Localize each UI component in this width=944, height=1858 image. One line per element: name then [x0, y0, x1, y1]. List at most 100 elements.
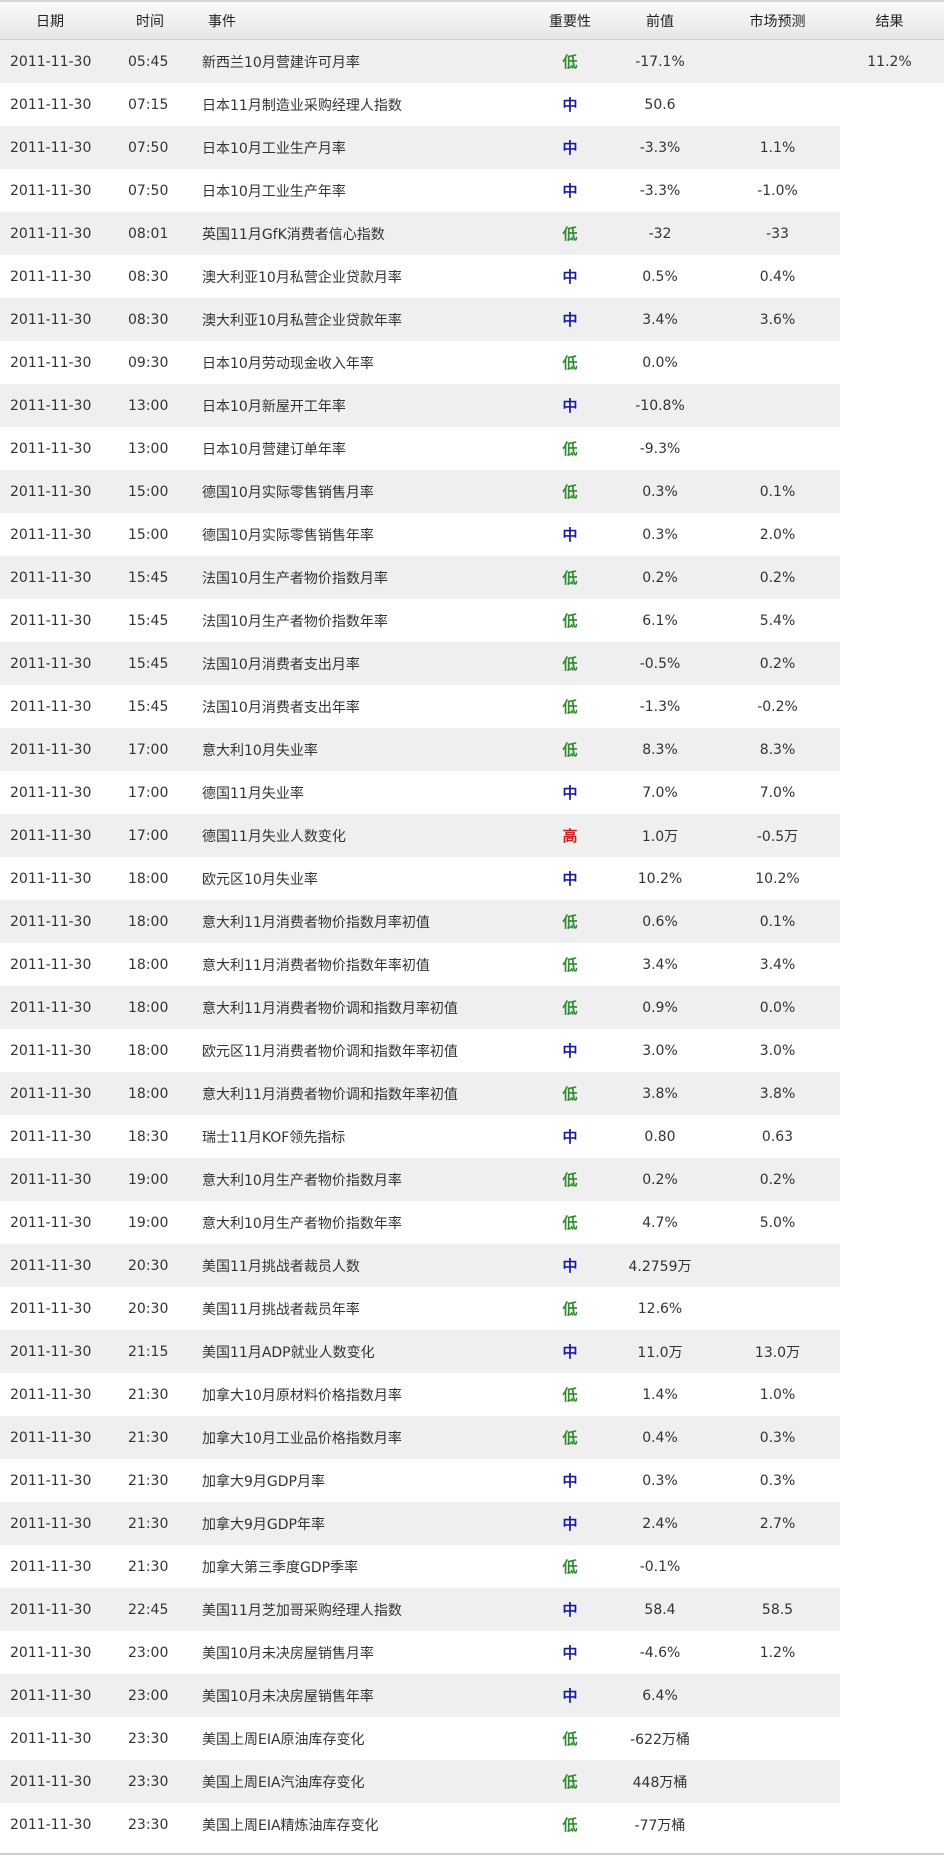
- cell-previous: -0.5%: [639, 655, 681, 672]
- cell-result: [842, 1459, 937, 1502]
- cell-importance: 中: [562, 870, 578, 888]
- cell-event: 日本10月新屋开工年率: [202, 398, 346, 415]
- cell-result: [842, 900, 937, 943]
- table-row: 2011-11-30 08:30 澳大利亚10月私营企业贷款月率 中 0.5% 0.4%: [0, 255, 944, 298]
- header-importance: 重要性: [549, 13, 591, 30]
- cell-previous: 4.2759万: [628, 1258, 692, 1275]
- cell-event: 美国11月芝加哥采购经理人指数: [202, 1602, 402, 1619]
- table-row: 2011-11-30 09:30 日本10月劳动现金收入年率 低 0.0%: [0, 341, 944, 384]
- cell-time: 23:00: [128, 1687, 169, 1704]
- cell-time: 15:00: [128, 526, 169, 543]
- cell-importance: 中: [562, 784, 578, 802]
- cell-result: 11.2%: [867, 53, 912, 70]
- cell-forecast: [720, 1545, 835, 1588]
- cell-result: [842, 814, 937, 857]
- cell-result: [842, 126, 937, 169]
- cell-event: 美国10月未决房屋销售年率: [202, 1688, 374, 1705]
- cell-forecast: 1.0%: [759, 1386, 796, 1403]
- header-date: 日期: [36, 13, 64, 30]
- table-row: 2011-11-30 21:30 加拿大10月工业品价格指数月率 低 0.4% 0.3%: [0, 1416, 944, 1459]
- cell-event: 加拿大第三季度GDP季率: [202, 1559, 359, 1576]
- cell-date: 2011-11-30: [10, 225, 92, 242]
- cell-event: 意大利10月生产者物价指数年率: [202, 1215, 402, 1232]
- cell-date: 2011-11-30: [10, 655, 92, 672]
- cell-date: 2011-11-30: [10, 1085, 92, 1102]
- cell-forecast: [720, 83, 835, 126]
- cell-previous: 6.4%: [642, 1687, 678, 1704]
- table-row: 2011-11-30 23:30 美国上周EIA汽油库存变化 低 448万桶: [0, 1760, 944, 1803]
- cell-forecast: 3.8%: [759, 1085, 796, 1102]
- cell-date: 2011-11-30: [10, 1773, 92, 1790]
- cell-date: 2011-11-30: [10, 96, 92, 113]
- table-row: 2011-11-30 15:00 德国10月实际零售销售年率 中 0.3% 2.0%: [0, 513, 944, 556]
- cell-date: 2011-11-30: [10, 1472, 92, 1489]
- table-row: 2011-11-30 08:30 澳大利亚10月私营企业贷款年率 中 3.4% 3.6%: [0, 298, 944, 341]
- cell-date: 2011-11-30: [10, 1171, 92, 1188]
- cell-event: 加拿大9月GDP年率: [202, 1516, 325, 1533]
- table-row: 2011-11-30 21:30 加拿大9月GDP月率 中 0.3% 0.3%: [0, 1459, 944, 1502]
- cell-previous: 0.5%: [642, 268, 678, 285]
- cell-time: 08:01: [128, 225, 169, 242]
- header-forecast: 市场预测: [749, 13, 806, 30]
- cell-date: 2011-11-30: [10, 53, 92, 70]
- cell-event: 瑞士11月KOF领先指标: [202, 1129, 346, 1146]
- table-row: 2011-11-30 15:45 法国10月生产者物价指数月率 低 0.2% 0.2%: [0, 556, 944, 599]
- cell-time: 17:00: [128, 827, 169, 844]
- cell-importance: 中: [562, 268, 578, 286]
- cell-event: 法国10月生产者物价指数月率: [202, 570, 388, 587]
- cell-importance: 中: [562, 96, 578, 114]
- cell-time: 15:45: [128, 569, 169, 586]
- cell-date: 2011-11-30: [10, 741, 92, 758]
- cell-result: [842, 556, 937, 599]
- cell-importance: 中: [562, 1687, 578, 1705]
- cell-date: 2011-11-30: [10, 1687, 92, 1704]
- cell-previous: 10.2%: [637, 870, 683, 887]
- cell-date: 2011-11-30: [10, 870, 92, 887]
- economic-calendar-table: 日期 时间 事件 重要性 前值 市场预测 结果 2011-11-30 05:45 新…: [0, 0, 944, 1858]
- cell-importance: 中: [562, 1472, 578, 1490]
- cell-importance: 中: [562, 311, 578, 329]
- cell-time: 17:00: [128, 784, 169, 801]
- table-row: 2011-11-30 08:01 英国11月GfK消费者信心指数 低 -32 -33: [0, 212, 944, 255]
- cell-importance: 低: [562, 612, 578, 630]
- cell-time: 19:00: [128, 1214, 169, 1231]
- table-row: 2011-11-30 07:50 日本10月工业生产年率 中 -3.3% -1.0%: [0, 169, 944, 212]
- cell-event: 加拿大10月工业品价格指数月率: [202, 1430, 402, 1447]
- cell-previous: 0.80: [644, 1128, 676, 1145]
- cell-forecast: 5.0%: [759, 1214, 796, 1231]
- cell-date: 2011-11-30: [10, 1558, 92, 1575]
- cell-importance: 中: [562, 1042, 578, 1060]
- cell-time: 21:30: [128, 1515, 169, 1532]
- cell-previous: 3.4%: [642, 311, 678, 328]
- cell-event: 美国10月未决房屋销售月率: [202, 1645, 374, 1662]
- cell-importance: 低: [562, 1773, 578, 1791]
- cell-importance: 低: [562, 1816, 578, 1834]
- cell-date: 2011-11-30: [10, 1128, 92, 1145]
- cell-time: 13:00: [128, 397, 169, 414]
- table-row: 2011-11-30 15:45 法国10月消费者支出月率 低 -0.5% 0.2%: [0, 642, 944, 685]
- table-row: 2011-11-30 21:30 加拿大第三季度GDP季率 低 -0.1%: [0, 1545, 944, 1588]
- cell-result: [842, 1502, 937, 1545]
- cell-event: 日本10月劳动现金收入年率: [202, 355, 374, 372]
- cell-forecast: 0.2%: [759, 655, 796, 672]
- cell-time: 21:30: [128, 1558, 169, 1575]
- cell-time: 21:30: [128, 1386, 169, 1403]
- cell-result: [842, 685, 937, 728]
- cell-result: [842, 384, 937, 427]
- cell-previous: -17.1%: [635, 53, 685, 70]
- cell-result: [842, 1373, 937, 1416]
- cell-importance: 低: [562, 483, 578, 501]
- table-header: 日期 时间 事件 重要性 前值 市场预测 结果: [0, 2, 944, 40]
- cell-importance: 低: [562, 655, 578, 673]
- cell-previous: 2.4%: [642, 1515, 678, 1532]
- table-row: 2011-11-30 18:00 意大利11月消费者物价指数月率初值 低 0.6% 0.1…: [0, 900, 944, 943]
- cell-event: 意大利10月失业率: [202, 742, 318, 759]
- cell-event: 德国10月实际零售销售月率: [202, 484, 374, 501]
- cell-forecast: 0.63: [761, 1128, 794, 1145]
- cell-forecast: [720, 1803, 835, 1846]
- cell-event: 意大利11月消费者物价指数年率初值: [202, 957, 430, 974]
- table-row: 2011-11-30 19:00 意大利10月生产者物价指数月率 低 0.2% 0.2%: [0, 1158, 944, 1201]
- cell-date: 2011-11-30: [10, 1214, 92, 1231]
- cell-time: 23:00: [128, 1644, 169, 1661]
- cell-time: 09:30: [128, 354, 169, 371]
